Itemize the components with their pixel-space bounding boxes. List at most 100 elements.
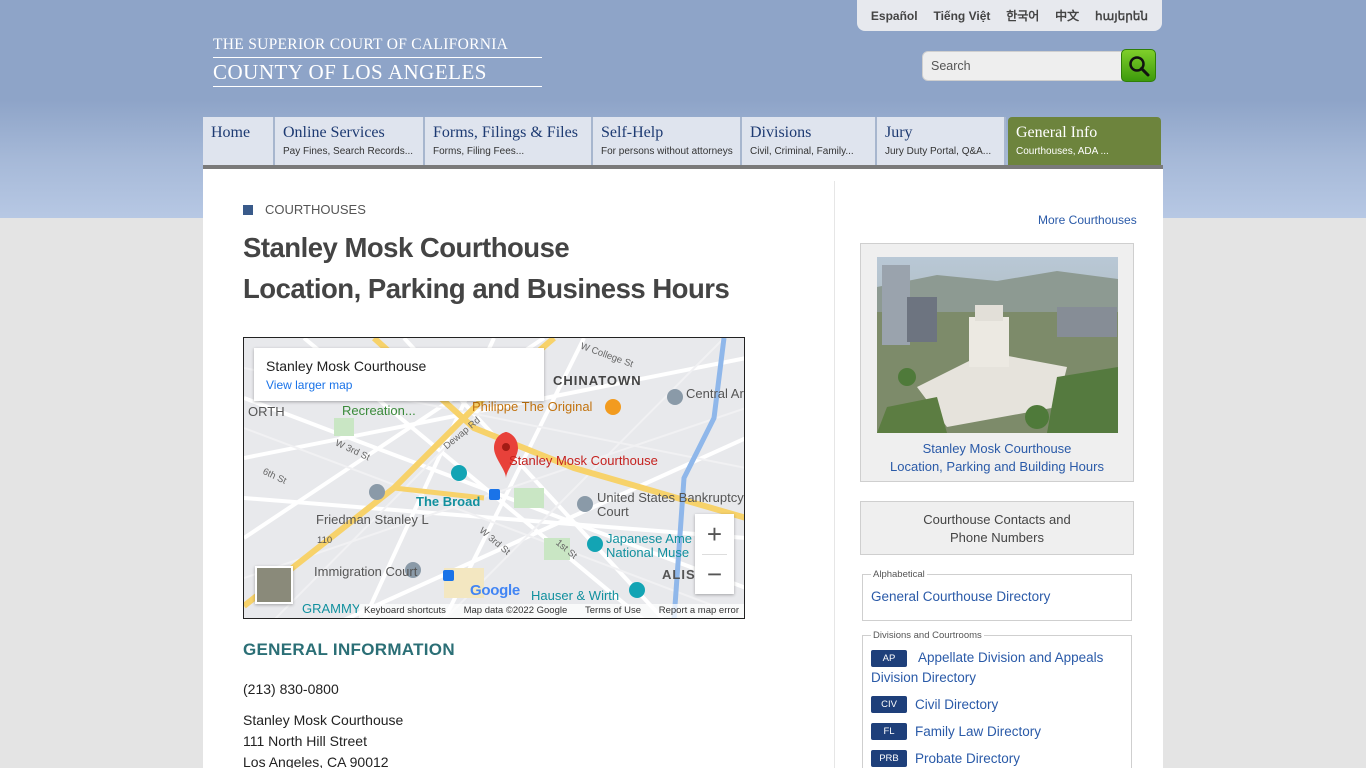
page-title-line-1: Stanley Mosk Courthouse — [243, 232, 570, 263]
nav-self-help[interactable]: Self-Help For persons without attorneys — [593, 117, 742, 165]
map-label: ALIS — [662, 567, 696, 582]
terms-of-use-link[interactable]: Terms of Use — [585, 605, 641, 618]
logo-line-1: THE SUPERIOR COURT OF CALIFORNIA — [213, 36, 542, 58]
main-nav: Home Online Services Pay Fines, Search R… — [203, 117, 1163, 165]
language-armenian[interactable]: հայերեն — [1095, 9, 1148, 23]
page-wrapper: Español Tiếng Việt 한국어 中文 հայերեն THE SU… — [203, 0, 1163, 768]
column-divider — [834, 181, 835, 768]
directory-link-family-law[interactable]: FL Family Law Directory — [871, 722, 1123, 742]
phone-number: (213) 830-0800 — [243, 681, 339, 697]
directory-badge: AP — [871, 649, 907, 667]
nav-subtitle: Civil, Criminal, Family... — [750, 146, 854, 157]
map-label: Immigration Court — [314, 564, 418, 579]
photo-caption-line-1: Stanley Mosk Courthouse — [922, 441, 1072, 456]
map-label: GRAMMY — [302, 601, 361, 616]
map-route-label: 110 — [317, 535, 333, 546]
map-label: Hauser & Wirth — [531, 588, 620, 603]
directory-link-appellate[interactable]: AP Appellate Division and Appeals Divisi… — [871, 648, 1123, 688]
search-icon — [1128, 55, 1149, 76]
report-map-error-link[interactable]: Report a map error — [659, 605, 739, 618]
page-title: Stanley Mosk Courthouse Location, Parkin… — [243, 227, 730, 309]
contacts-line-2: Phone Numbers — [950, 530, 1044, 545]
page-title-line-2: Location, Parking and Business Hours — [243, 273, 730, 304]
photo-caption[interactable]: Stanley Mosk Courthouse Location, Parkin… — [861, 440, 1133, 476]
alphabetical-legend: Alphabetical — [873, 569, 925, 580]
nav-title: General Info — [1016, 124, 1098, 141]
map-label: Central Arraignm — [686, 387, 744, 401]
category-square-icon — [243, 204, 253, 215]
divisions-group: Divisions and Courtrooms AP Appellate Di… — [862, 630, 1132, 768]
nav-subtitle: For persons without attorneys — [601, 146, 733, 157]
courthouse-photo-card[interactable]: Stanley Mosk Courthouse Location, Parkin… — [860, 243, 1134, 482]
directory-badge: PRB — [871, 750, 907, 767]
photo-caption-line-2: Location, Parking and Building Hours — [890, 459, 1104, 474]
directory-label: Civil Directory — [915, 697, 999, 712]
directory-label: Family Law Directory — [915, 724, 1042, 739]
google-logo: Google — [470, 582, 520, 599]
zoom-out-button[interactable]: − — [695, 554, 734, 594]
category-label: COURTHOUSES — [243, 202, 366, 217]
category-text: COURTHOUSES — [265, 202, 366, 217]
logo-line-2: COUNTY OF LOS ANGELES — [213, 58, 542, 87]
address-line: Los Angeles, CA 90012 — [243, 754, 389, 768]
map-label: Philippe The Original — [472, 399, 593, 414]
directory-link-civil[interactable]: CIV Civil Directory — [871, 695, 1123, 715]
nav-title: Jury — [885, 124, 913, 141]
court-logo[interactable]: THE SUPERIOR COURT OF CALIFORNIA COUNTY … — [213, 36, 542, 87]
zoom-separator — [702, 554, 727, 555]
directory-link-probate[interactable]: PRB Probate Directory — [871, 749, 1123, 768]
language-korean[interactable]: 한국어 — [1006, 7, 1039, 24]
map-zoom-control: + − — [695, 514, 734, 594]
nav-forms[interactable]: Forms, Filings & Files Forms, Filing Fee… — [425, 117, 593, 165]
nav-title: Online Services — [283, 124, 385, 141]
nav-title: Forms, Filings & Files — [433, 124, 578, 141]
language-bar: Español Tiếng Việt 한국어 中文 հայերեն — [857, 0, 1162, 31]
language-vietnamese[interactable]: Tiếng Việt — [933, 9, 990, 23]
embedded-map[interactable]: CHINATOWN Recreation... Philippe The Ori… — [243, 337, 745, 619]
language-chinese[interactable]: 中文 — [1055, 7, 1079, 24]
search-input[interactable]: Search — [922, 51, 1122, 81]
keyboard-shortcuts-link[interactable]: Keyboard shortcuts — [364, 605, 446, 618]
content-area: COURTHOUSES Stanley Mosk Courthouse Loca… — [203, 169, 1163, 768]
map-label: CHINATOWN — [553, 373, 642, 388]
map-label: Japanese Ame National Muse — [606, 531, 693, 560]
nav-title: Self-Help — [601, 124, 664, 141]
nav-subtitle: Jury Duty Portal, Q&A... — [885, 146, 992, 157]
courthouse-contacts-button[interactable]: Courthouse Contacts and Phone Numbers — [860, 501, 1134, 555]
address-line: 111 North Hill Street — [243, 733, 367, 749]
directory-label: Probate Directory — [915, 751, 1021, 766]
nav-online-services[interactable]: Online Services Pay Fines, Search Record… — [275, 117, 425, 165]
language-spanish[interactable]: Español — [871, 9, 918, 23]
search-button[interactable] — [1121, 49, 1156, 82]
nav-subtitle: Courthouses, ADA ... — [1016, 146, 1109, 157]
zoom-in-button[interactable]: + — [695, 514, 734, 554]
nav-general-info[interactable]: General Info Courthouses, ADA ... — [1008, 117, 1161, 165]
nav-subtitle: Forms, Filing Fees... — [433, 146, 525, 157]
nav-home-title: Home — [211, 124, 251, 141]
map-label: ORTH — [248, 404, 285, 419]
satellite-toggle-button[interactable] — [255, 566, 293, 604]
map-card-name: Stanley Mosk Courthouse — [266, 358, 427, 374]
nav-subtitle: Pay Fines, Search Records... — [283, 146, 414, 157]
nav-jury[interactable]: Jury Jury Duty Portal, Q&A... — [877, 117, 1006, 165]
map-data-text: Map data ©2022 Google — [463, 605, 568, 616]
courthouse-photo[interactable] — [877, 257, 1118, 433]
more-courthouses-link[interactable]: More Courthouses — [1038, 213, 1137, 227]
map-info-card: Stanley Mosk Courthouse View larger map — [254, 348, 544, 401]
general-directory-link[interactable]: General Courthouse Directory — [871, 589, 1123, 604]
map-footer: Keyboard shortcuts Map data ©2022 Google… — [359, 604, 744, 618]
address-line: Stanley Mosk Courthouse — [243, 712, 404, 728]
map-label: The Broad — [416, 494, 481, 509]
map-marker-label: Stanley Mosk Courthouse — [509, 453, 658, 468]
directory-badge: FL — [871, 723, 907, 740]
map-label: Friedman Stanley L — [316, 512, 429, 527]
address-block: Stanley Mosk Courthouse 111 North Hill S… — [243, 710, 403, 768]
nav-divisions[interactable]: Divisions Civil, Criminal, Family... — [742, 117, 877, 165]
general-info-heading: GENERAL INFORMATION — [243, 640, 455, 659]
directory-badge: CIV — [871, 696, 907, 713]
nav-title: Divisions — [750, 124, 812, 141]
view-larger-map-link[interactable]: View larger map — [266, 378, 532, 392]
alphabetical-group: Alphabetical General Courthouse Director… — [862, 569, 1132, 621]
contacts-line-1: Courthouse Contacts and — [923, 512, 1071, 527]
nav-home[interactable]: Home — [203, 117, 275, 165]
